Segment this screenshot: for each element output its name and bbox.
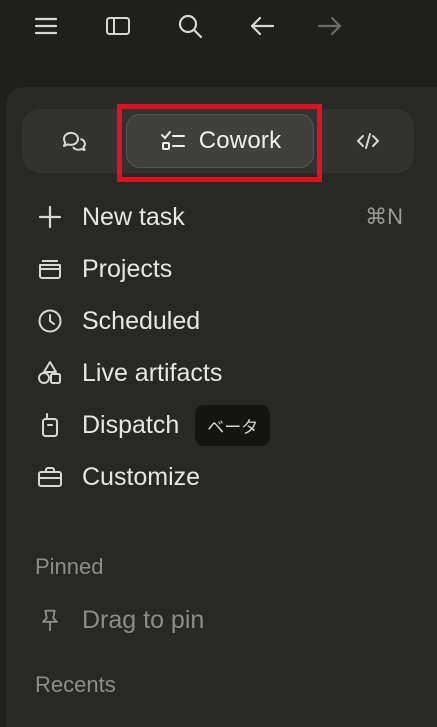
- new-task-item[interactable]: New task ⌘N: [30, 193, 415, 241]
- live-artifacts-label: Live artifacts: [82, 358, 223, 387]
- search-icon[interactable]: [172, 8, 208, 44]
- walkie-talkie-icon: [30, 405, 70, 445]
- scheduled-label: Scheduled: [82, 306, 201, 335]
- briefcase-icon: [30, 457, 70, 497]
- plus-icon: [30, 197, 70, 237]
- dispatch-item[interactable]: Dispatch ベータ: [30, 401, 415, 449]
- projects-label: Projects: [82, 254, 173, 283]
- recents-section-title: Recents: [35, 672, 116, 697]
- projects-item[interactable]: Projects: [30, 245, 415, 293]
- customize-label: Customize: [82, 462, 201, 491]
- mode-switcher: Cowork: [22, 109, 414, 173]
- live-artifacts-item[interactable]: Live artifacts: [30, 349, 415, 397]
- cowork-mode-button[interactable]: Cowork: [126, 114, 314, 168]
- drag-to-pin-label: Drag to pin: [82, 605, 205, 634]
- shapes-icon: [30, 353, 70, 393]
- folder-icon: [30, 249, 70, 289]
- menu-icon[interactable]: [28, 8, 64, 44]
- pin-icon: [30, 600, 70, 640]
- tasks-icon: [160, 131, 185, 150]
- top-toolbar: [0, 0, 437, 60]
- chat-mode-button[interactable]: [46, 109, 102, 173]
- code-mode-button[interactable]: [340, 109, 396, 173]
- pinned-section-title: Pinned: [35, 554, 104, 579]
- drag-to-pin-area[interactable]: Drag to pin: [30, 596, 204, 644]
- beta-badge: ベータ: [195, 404, 271, 446]
- new-task-shortcut: ⌘N: [365, 204, 403, 229]
- sidebar-toggle-icon[interactable]: [100, 8, 136, 44]
- clock-icon: [30, 301, 70, 341]
- cowork-label: Cowork: [198, 127, 282, 154]
- chat-icon: [62, 131, 86, 151]
- customize-item[interactable]: Customize: [30, 453, 415, 501]
- code-icon: [357, 133, 379, 149]
- dispatch-label: Dispatch: [82, 410, 180, 439]
- scheduled-item[interactable]: Scheduled: [30, 297, 415, 345]
- new-task-label: New task: [82, 202, 185, 231]
- arrow-left-icon[interactable]: [244, 8, 280, 44]
- arrow-right-icon[interactable]: [312, 8, 348, 44]
